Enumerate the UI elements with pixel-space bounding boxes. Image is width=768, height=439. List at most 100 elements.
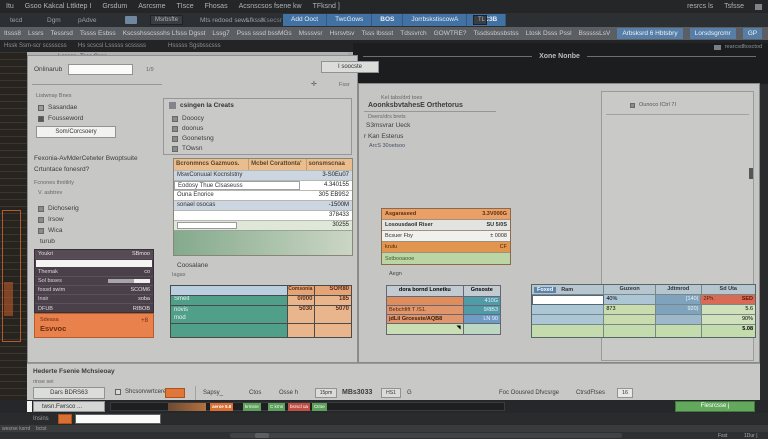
menu-item[interactable]: Itu [6, 3, 14, 10]
table-row[interactable]: Bcsuer Fby ± 0008 [382, 231, 510, 242]
table-row[interactable]: 90% [532, 315, 755, 325]
header-cell[interactable]: SOR80 [315, 286, 351, 296]
name-input[interactable] [68, 64, 133, 75]
status-chip[interactable]: aerse 5.8 [210, 403, 233, 411]
checkbox-row[interactable]: Sasandae [38, 104, 77, 111]
table-row[interactable]: Smeit 0/000 185 [171, 296, 351, 306]
table-row[interactable]: ◥ [387, 324, 500, 334]
header-cell[interactable]: Jdtmrod [656, 285, 702, 295]
header-cell[interactable]: Mcbel Corattonta' [249, 159, 306, 170]
filter-item[interactable]: Hsrsvtsv [330, 30, 355, 37]
menu-item[interactable]: TIsce [176, 3, 193, 10]
add-oct-button[interactable]: Add Ooct [283, 14, 327, 26]
orange-button[interactable] [58, 414, 72, 424]
toolbar-item[interactable]: pAdve [78, 17, 96, 24]
band-chip[interactable]: HS1 [381, 388, 401, 398]
filter-item[interactable]: Lssg7 [212, 30, 229, 37]
menu-item[interactable]: Asrcsme [138, 3, 165, 10]
cell-input[interactable]: Eodosy Thue Clsaseuss [174, 181, 300, 190]
table-row[interactable]: MswConuual Kocnslstny 3-S0Eu07 [174, 170, 352, 180]
table-row[interactable]: jdLil Grcesste/AQB8 LN 90 [387, 315, 500, 324]
table-row[interactable]: Ouna Enorice 305 EB9S2 [174, 190, 352, 200]
header-cell[interactable]: dora bornd Lonetku [387, 286, 464, 297]
header-cell[interactable]: Sd Uta [702, 285, 756, 295]
filter-item[interactable]: BsssssLsV [579, 30, 611, 37]
command-button[interactable]: twsn.Fwrsco ... [33, 401, 105, 412]
status-chip[interactable]: bsrscl ua [288, 403, 310, 411]
filter-item[interactable]: Tsss Ibssst [361, 30, 393, 37]
menu-item[interactable]: Grsdum [102, 3, 127, 10]
filter-item[interactable]: Tdssvrch [400, 30, 426, 37]
band-chip[interactable]: 15pm [315, 388, 337, 398]
filter-item[interactable]: GOWTRE? [434, 30, 467, 37]
table-row[interactable]: 40% [140( 2Ph. SED [532, 295, 755, 305]
list-item[interactable]: TOwsn [172, 145, 202, 152]
menu-item[interactable]: Fhosas [205, 3, 228, 10]
table-row[interactable]: Youkri SBmoo [35, 250, 153, 259]
filter-item-active[interactable]: Lorsdsgrcmr [690, 28, 736, 39]
bos-button[interactable]: BOS [372, 14, 403, 26]
toolbar-item[interactable]: Ksecsr [262, 17, 282, 24]
menu-item[interactable]: Acsnscsos fsene kw [239, 3, 302, 10]
scrollbar-handle[interactable] [749, 168, 753, 179]
table-row[interactable]: Asgaraseed 3.3V000G [382, 209, 510, 220]
table-input-row[interactable] [35, 259, 153, 268]
filter-item[interactable]: Ltosk Dsss Pssl [526, 30, 572, 37]
window-corner[interactable]: rearcsdltosctod [714, 44, 762, 50]
status-chip[interactable]: Ctrse [312, 403, 327, 411]
toolbar-item[interactable]: tecd [10, 17, 22, 24]
list-item[interactable]: Dooocy [172, 115, 204, 122]
cell-input[interactable] [177, 222, 237, 229]
twcgows-button[interactable]: TwcGows [327, 14, 372, 26]
band-item[interactable]: Osse h [279, 390, 298, 396]
scrollbar-handle[interactable] [255, 433, 269, 438]
list-item[interactable]: doonus [172, 125, 203, 132]
filter-item[interactable]: Itsss8 [4, 30, 21, 37]
table-row[interactable]: Themak co [35, 268, 153, 277]
orange-swatch[interactable] [165, 388, 185, 398]
checkbox-row[interactable]: Fousseword [38, 115, 83, 122]
header-cell[interactable]: Guzeon [604, 285, 656, 295]
band-item[interactable]: MBs3033 [342, 389, 372, 396]
table-row-selected[interactable]: krutu CF [382, 242, 510, 253]
filter-item[interactable]: Tssss Esbss [80, 30, 116, 37]
selected-header-chip[interactable]: Foxed [534, 287, 556, 293]
tl-button[interactable]: TL [473, 15, 487, 25]
band-item[interactable]: G [407, 390, 412, 396]
header-cell[interactable]: Foxed Ram [532, 285, 604, 295]
table-row[interactable]: DFUB RIBOB [35, 304, 153, 313]
scrollbar-track[interactable] [230, 433, 622, 438]
menu-item[interactable]: TFksnd ] [313, 3, 340, 10]
list-item[interactable]: Irsow [38, 216, 64, 223]
table-row[interactable] [171, 324, 351, 337]
filter-item-active[interactable]: Arbsksrd 6 Hbtsbry [617, 28, 682, 39]
checkbox-row[interactable]: Shcsorvwrtcere [115, 389, 166, 395]
band-item[interactable]: Ctos [249, 390, 261, 396]
count-box[interactable]: 16 [617, 388, 633, 398]
table-row[interactable]: 5.08 [532, 325, 755, 337]
menu-right-item[interactable]: resrcs ls [687, 3, 713, 10]
plus-icon[interactable]: ✛ [311, 80, 317, 88]
alert-box[interactable]: Sdeasa Esvvoc +8 [34, 313, 154, 338]
list-item[interactable]: turub [40, 238, 55, 245]
header-cell[interactable]: Bcronmncs Gazmuos. [174, 159, 249, 170]
table-row[interactable]: 873 920) 5.6 [532, 305, 755, 315]
table-row[interactable]: sonael osocas -1500M [174, 200, 352, 210]
associate-button[interactable]: I soocste [321, 61, 379, 73]
gradient-chip[interactable] [168, 403, 206, 411]
band-item[interactable]: Sapsy_ [203, 390, 223, 396]
header-cell[interactable]: Comsonia [288, 286, 316, 296]
menu-icon[interactable] [755, 4, 762, 10]
list-item[interactable]: Goonetsng [172, 135, 214, 142]
filter-item[interactable]: Lssrs [28, 30, 44, 37]
table-row[interactable]: Bebchfift T /S1. 9/8B3 [387, 306, 500, 315]
header-cell[interactable] [171, 286, 288, 296]
entry-input[interactable] [75, 414, 161, 424]
filter-item[interactable]: Tessrsd [51, 30, 73, 37]
toolbar-item[interactable]: Mts redoed sews [200, 17, 249, 24]
status-chip[interactable]: C krnn [268, 403, 285, 411]
table-row[interactable]: Eodosy Thue Clsaseuss 4.340155 [174, 180, 352, 190]
status-chip[interactable]: krmsre [243, 403, 261, 411]
filter-item[interactable]: Psss sssd bssMGs [237, 30, 292, 37]
table-row[interactable]: 30255 [174, 220, 352, 230]
